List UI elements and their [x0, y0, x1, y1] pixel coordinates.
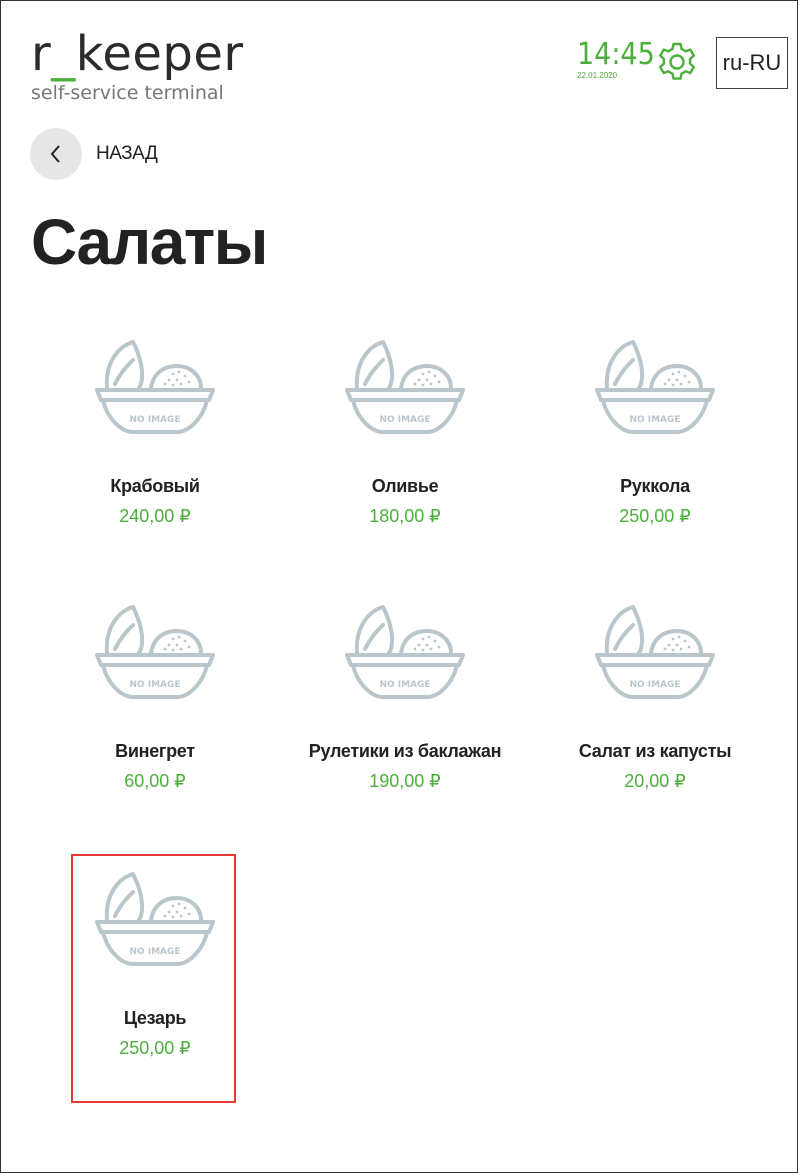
- product-price: 60,00 ₽: [124, 771, 186, 791]
- back-button[interactable]: НАЗАД: [30, 128, 158, 180]
- no-image-icon: NO IMAGE: [95, 605, 215, 699]
- product-name: Цезарь: [123, 1008, 187, 1028]
- product-name: Салат из капусты: [578, 741, 732, 761]
- product-card[interactable]: NO IMAGE Салат из капусты 20,00 ₽: [535, 603, 775, 792]
- product-price: 250,00 ₽: [619, 506, 691, 526]
- no-image-label: NO IMAGE: [129, 947, 180, 957]
- clock: 14:45 22.01.2020: [577, 37, 655, 81]
- product-card[interactable]: NO IMAGE Оливье 180,00 ₽: [285, 338, 525, 527]
- product-name: Оливье: [371, 476, 439, 496]
- no-image-icon: NO IMAGE: [95, 340, 215, 434]
- product-card[interactable]: NO IMAGE Винегрет 60,00 ₽: [35, 603, 275, 792]
- product-card[interactable]: NO IMAGE Руккола 250,00 ₽: [535, 338, 775, 527]
- language-button[interactable]: ru-RU: [716, 37, 788, 89]
- product-card[interactable]: NO IMAGE Цезарь 250,00 ₽: [35, 870, 275, 1059]
- no-image-label: NO IMAGE: [129, 415, 180, 425]
- product-name: Винегрет: [115, 741, 195, 761]
- no-image-icon: NO IMAGE: [595, 340, 715, 434]
- clock-time: 14:45: [577, 37, 655, 72]
- back-label: НАЗАД: [96, 143, 158, 164]
- product-price: 240,00 ₽: [119, 506, 191, 526]
- page-title: Салаты: [31, 206, 268, 278]
- back-chevron-icon[interactable]: [30, 128, 82, 180]
- product-price: 20,00 ₽: [624, 771, 686, 791]
- no-image-icon: NO IMAGE: [345, 340, 465, 434]
- product-name: Руккола: [620, 476, 690, 496]
- no-image-label: NO IMAGE: [129, 680, 180, 690]
- no-image-icon: NO IMAGE: [595, 605, 715, 699]
- product-price: 180,00 ₽: [369, 506, 441, 526]
- product-card[interactable]: NO IMAGE Крабовый 240,00 ₽: [35, 338, 275, 527]
- no-image-label: NO IMAGE: [379, 680, 430, 690]
- clock-date: 22.01.2020: [577, 71, 618, 80]
- product-name: Крабовый: [110, 476, 200, 496]
- logo: r_keeper self-service terminal: [31, 30, 244, 104]
- no-image-icon: NO IMAGE: [345, 605, 465, 699]
- no-image-label: NO IMAGE: [629, 680, 680, 690]
- product-card[interactable]: NO IMAGE Рулетики из баклажан 190,00 ₽: [285, 603, 525, 792]
- product-price: 190,00 ₽: [369, 771, 441, 791]
- no-image-label: NO IMAGE: [629, 415, 680, 425]
- settings-gear-icon[interactable]: [655, 40, 699, 84]
- no-image-icon: NO IMAGE: [95, 872, 215, 966]
- product-name: Рулетики из баклажан: [308, 741, 502, 761]
- product-price: 250,00 ₽: [119, 1038, 191, 1058]
- logo-wordmark: r_keeper: [31, 26, 244, 82]
- no-image-label: NO IMAGE: [379, 415, 430, 425]
- logo-subtitle: self-service terminal: [31, 82, 224, 104]
